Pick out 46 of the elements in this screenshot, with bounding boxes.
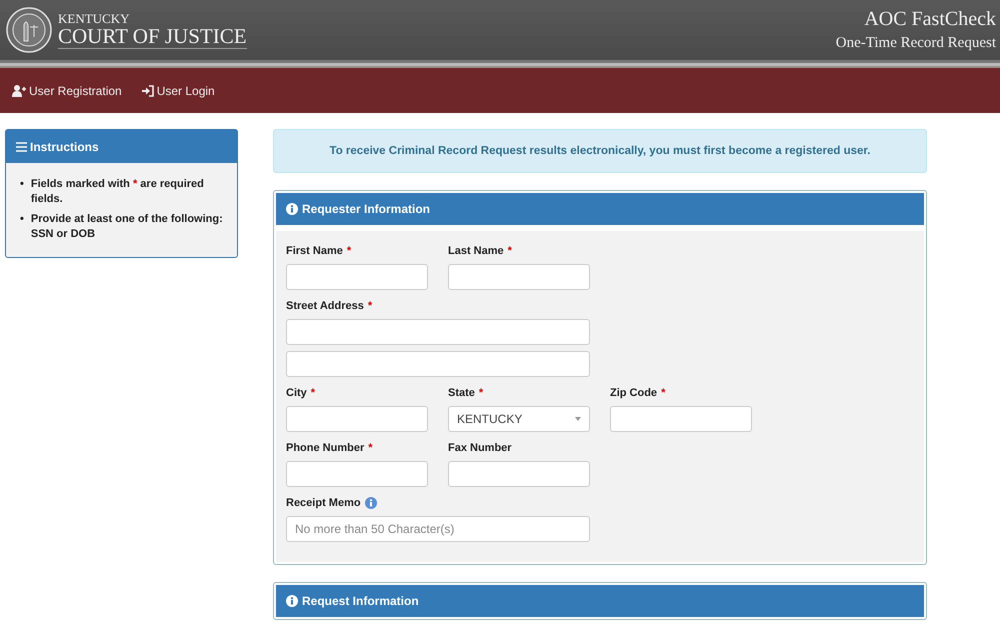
required-mark: * [508,244,512,256]
input-field[interactable] [286,264,428,290]
app-title: AOC FastCheck [864,8,996,31]
info-alert: To receive Criminal Record Request results electronically, you must first become a registered user. [273,129,927,173]
nav-link[interactable]: User Registration [12,84,122,98]
app-subtitle: One-Time Record Request [836,35,996,52]
user-plus-icon [12,84,26,96]
bullet: • [20,212,24,227]
required-mark: * [478,386,484,398]
info-icon [286,595,298,607]
required-mark: * [346,244,352,256]
field-label: Street Address [286,300,364,312]
nav-link[interactable]: User Login [142,84,215,98]
info-icon [286,203,298,215]
field-label: City [286,386,307,398]
input-field[interactable]: No more than 50 Character(s) [286,516,590,542]
section-title: Requester Information [302,202,430,216]
required-mark: * [310,386,316,398]
bullet: • [20,177,24,192]
input-field[interactable] [286,406,428,432]
input-field[interactable] [286,461,428,487]
input-field[interactable] [286,351,590,377]
instruction-text: Provide at least one of the following: SSN or DOB [30,212,224,242]
panel-title: Instructions [30,140,99,154]
section-title: Request Information [302,594,419,608]
required-mark: * [661,386,666,398]
state-dropdown[interactable]: KENTUCKY [448,406,590,432]
field-label: Last Name [448,244,504,256]
list-icon [16,142,27,152]
instruction-text: Fields marked with * are required fields. [30,177,205,207]
input-field[interactable] [610,406,752,432]
input-field[interactable] [286,319,590,345]
field-label: Phone Number [286,442,364,454]
required-mark: * [368,442,373,454]
brand-subtitle: KENTUCKY [58,12,130,26]
sign-in-icon [142,84,154,96]
field-label: Zip Code [610,386,658,398]
field-label: First Name [286,244,343,256]
seal-logo [6,7,52,53]
field-label: Fax Number [448,442,512,454]
input-field[interactable] [448,264,590,290]
brand-title: COURT OF JUSTICE [58,26,247,46]
field-label: State [448,386,475,398]
required-mark: * [368,300,372,312]
input-field[interactable] [448,461,590,487]
field-label: Receipt Memo [286,496,361,508]
